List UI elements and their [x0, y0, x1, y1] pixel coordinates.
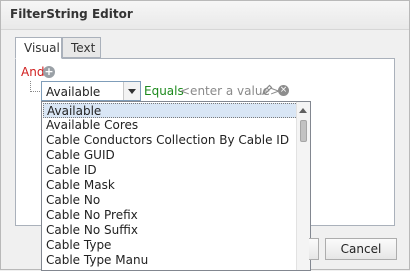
filter-editor-window: FilterString Editor Visual Text And + Av…	[0, 0, 410, 271]
dropdown-item[interactable]: Available	[43, 103, 298, 118]
dropdown-item[interactable]: Cable No Prefix	[43, 208, 301, 223]
window-title: FilterString Editor	[10, 7, 133, 21]
field-combobox-value: Available	[46, 85, 101, 99]
scrollbar-thumb[interactable]	[300, 120, 307, 142]
dropdown-item[interactable]: Available Cores	[43, 118, 301, 133]
dropdown-item[interactable]: Cable GUID	[43, 148, 301, 163]
scroll-up-arrow-icon[interactable]	[299, 108, 307, 113]
dropdown-item[interactable]: Cable Type	[43, 238, 301, 253]
title-bar: FilterString Editor	[1, 1, 409, 30]
dropdown-item[interactable]: Cable Mask	[43, 178, 301, 193]
remove-condition-icon[interactable]: ×	[278, 85, 289, 96]
dropdown-scrollbar[interactable]	[296, 102, 310, 270]
pencil-icon[interactable]	[261, 84, 273, 96]
field-dropdown-list[interactable]: Available Available Cores Cable Conducto…	[41, 101, 311, 271]
dropdown-item[interactable]: Cable Conductors Collection By Cable ID	[43, 133, 301, 148]
combobox-dropdown-button[interactable]	[123, 82, 140, 100]
chevron-down-icon	[128, 88, 136, 94]
dropdown-item[interactable]: Cable Type Manu	[43, 253, 301, 268]
cancel-button[interactable]: Cancel	[325, 238, 397, 260]
dropdown-item[interactable]: Cable No Suffix	[43, 223, 301, 238]
ok-button[interactable]	[309, 238, 319, 260]
tree-connector	[30, 81, 40, 92]
tab-visual[interactable]: Visual	[15, 37, 62, 59]
field-combobox[interactable]: Available	[41, 81, 141, 101]
tab-label: Text	[71, 41, 96, 55]
dropdown-item[interactable]: Cable No	[43, 193, 301, 208]
dropdown-item[interactable]: Cable ID	[43, 163, 301, 178]
group-operator-and[interactable]: And	[21, 65, 44, 79]
tab-text[interactable]: Text	[62, 37, 101, 58]
add-condition-icon[interactable]: +	[43, 66, 55, 78]
operator-equals[interactable]: Equals	[144, 84, 184, 98]
tab-label: Visual	[24, 41, 60, 55]
